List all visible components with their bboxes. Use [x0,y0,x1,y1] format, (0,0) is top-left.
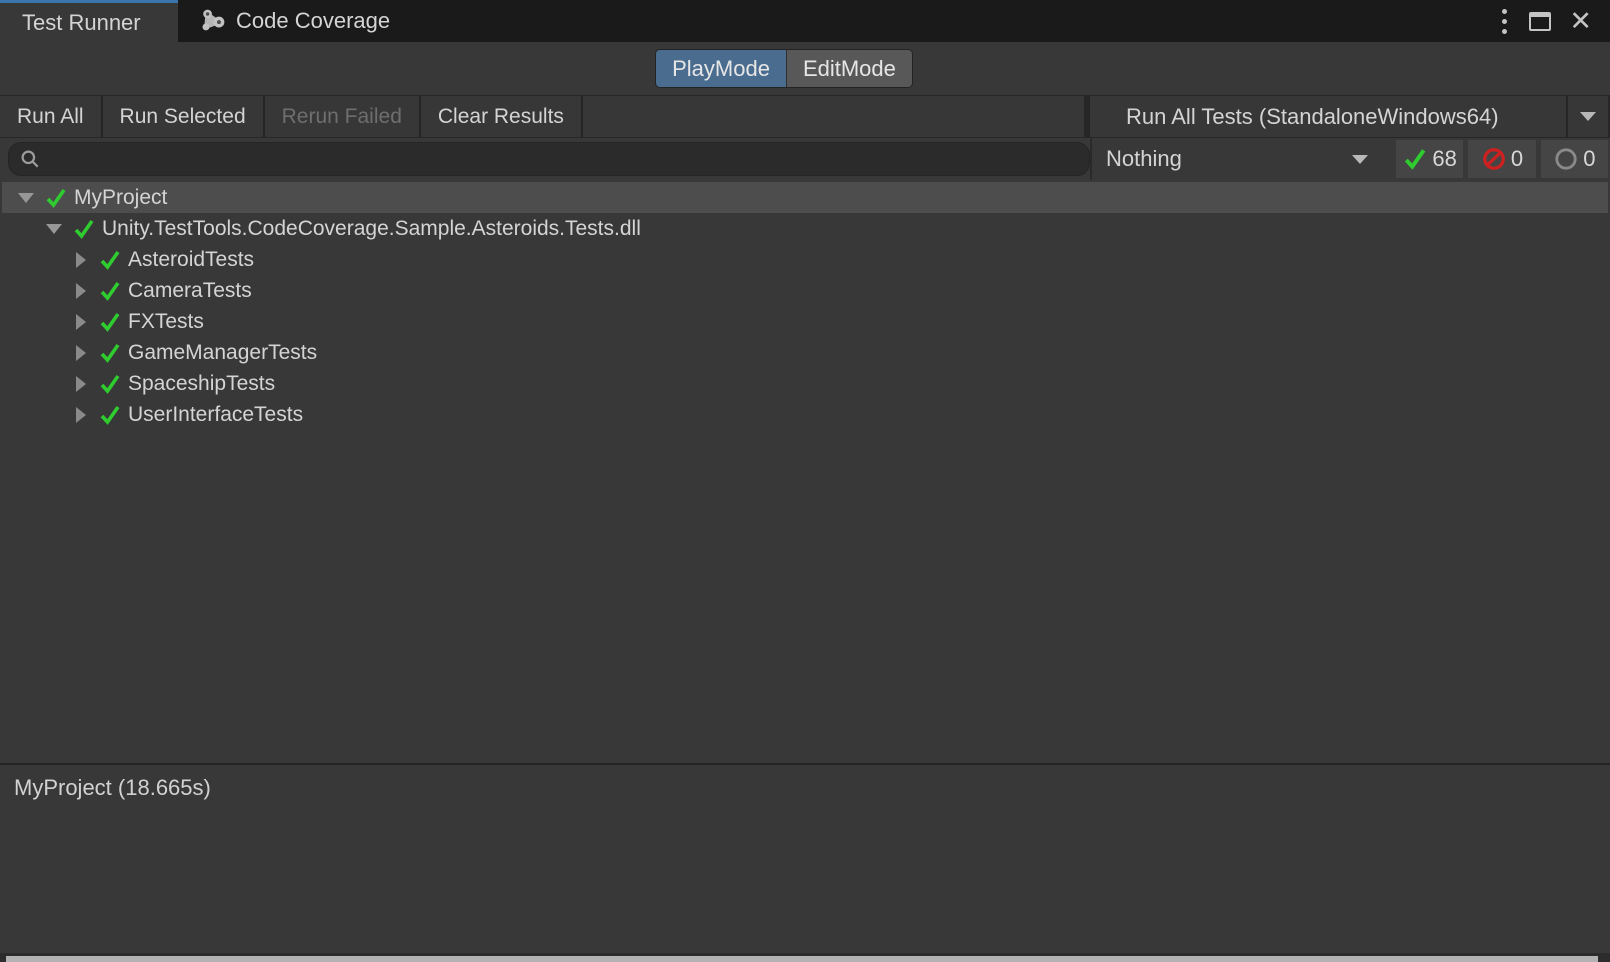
filter-row: Nothing 68 0 0 [0,138,1610,180]
bottom-scrollbar-track [0,953,1610,962]
bottom-scrollbar[interactable] [6,956,1598,962]
failed-count-toggle[interactable]: 0 [1468,140,1535,178]
window-menu-button[interactable] [1494,5,1515,38]
tree-item-label: Unity.TestTools.CodeCoverage.Sample.Aste… [102,217,641,241]
tab-bar: Test Runner Code Coverage ✕ [0,0,1610,42]
close-button[interactable]: ✕ [1565,8,1596,35]
window-controls: ✕ [1494,0,1610,42]
tree-item-label: MyProject [74,186,167,210]
test-passed-icon [98,310,122,334]
expand-arrow-icon[interactable] [76,376,86,392]
tree-item-label: UserInterfaceTests [128,403,303,427]
passed-count: 68 [1432,146,1456,172]
tree-row[interactable]: FXTests [2,306,1608,337]
inconclusive-count-toggle[interactable]: 0 [1541,140,1608,178]
tree-item-label: FXTests [128,310,204,334]
tab-code-coverage-label: Code Coverage [236,8,390,34]
passed-count-toggle[interactable]: 68 [1396,140,1463,178]
tree-row[interactable]: AsteroidTests [2,244,1608,275]
result-summary-text: MyProject (18.665s) [14,775,211,800]
result-count-filters: 68 0 0 [1390,138,1610,180]
tab-code-coverage[interactable]: Code Coverage [178,0,412,42]
run-all-label: Run All [17,105,84,129]
result-details-panel: MyProject (18.665s) [0,765,1610,953]
circle-icon [1553,146,1579,172]
test-tree: MyProject Unity.TestTools.CodeCoverage.Sa… [0,180,1610,763]
tree-row[interactable]: CameraTests [2,275,1608,306]
expand-arrow-icon[interactable] [76,252,86,268]
expand-arrow-icon[interactable] [76,407,86,423]
test-passed-icon [72,217,96,241]
toolbar: Run All Run Selected Rerun Failed Clear … [0,95,1610,138]
tree-row[interactable]: SpaceshipTests [2,368,1608,399]
check-icon [1402,146,1428,172]
expand-arrow-icon[interactable] [76,345,86,361]
chevron-down-icon [1352,155,1368,164]
category-filter-value: Nothing [1106,146,1352,172]
test-passed-icon [98,341,122,365]
toolbar-spacer [583,96,1084,137]
inconclusive-count: 0 [1583,146,1595,172]
tree-row[interactable]: Unity.TestTools.CodeCoverage.Sample.Aste… [2,213,1608,244]
test-runner-window: Test Runner Code Coverage ✕ PlayMode [0,0,1610,962]
clear-results-label: Clear Results [438,105,564,129]
maximize-button[interactable] [1529,12,1551,31]
tree-item-label: CameraTests [128,279,252,303]
playmode-label: PlayMode [672,56,770,82]
run-all-tests-dropdown-label: Run All Tests (StandaloneWindows64) [1090,104,1566,130]
category-filter-dropdown[interactable]: Nothing [1090,138,1390,180]
tree-item-label: GameManagerTests [128,341,317,365]
collapse-arrow-icon[interactable] [18,193,34,203]
tab-test-runner[interactable]: Test Runner [0,0,178,42]
tree-item-label: SpaceshipTests [128,372,275,396]
test-passed-icon [44,186,68,210]
run-all-button[interactable]: Run All [0,96,103,137]
tree-row[interactable]: UserInterfaceTests [2,399,1608,430]
run-selected-label: Run Selected [120,105,246,129]
blocked-icon [1481,146,1507,172]
code-coverage-icon [200,8,226,34]
chevron-down-icon [1580,112,1596,121]
search-field[interactable] [8,142,1090,176]
search-icon [19,148,41,170]
tree-item-label: AsteroidTests [128,248,254,272]
clear-results-button[interactable]: Clear Results [421,96,583,137]
tree-row[interactable]: GameManagerTests [2,337,1608,368]
collapse-arrow-icon[interactable] [46,224,62,234]
failed-count: 0 [1511,146,1523,172]
editmode-button[interactable]: EditMode [786,50,912,87]
editmode-label: EditMode [803,56,896,82]
run-dropdown-arrow[interactable] [1568,96,1608,137]
run-selected-button[interactable]: Run Selected [103,96,265,137]
expand-arrow-icon[interactable] [76,283,86,299]
test-passed-icon [98,372,122,396]
test-passed-icon [98,248,122,272]
rerun-failed-button: Rerun Failed [265,96,421,137]
mode-segmented-control: PlayMode EditMode [655,49,913,88]
tree-row[interactable]: MyProject [2,182,1608,213]
rerun-failed-label: Rerun Failed [282,105,402,129]
test-passed-icon [98,403,122,427]
test-passed-icon [98,279,122,303]
tab-test-runner-label: Test Runner [22,10,141,36]
mode-toggle-row: PlayMode EditMode [0,42,1610,95]
search-input[interactable] [49,148,1079,171]
run-all-tests-dropdown[interactable]: Run All Tests (StandaloneWindows64) [1090,96,1610,137]
playmode-button[interactable]: PlayMode [656,50,786,87]
expand-arrow-icon[interactable] [76,314,86,330]
